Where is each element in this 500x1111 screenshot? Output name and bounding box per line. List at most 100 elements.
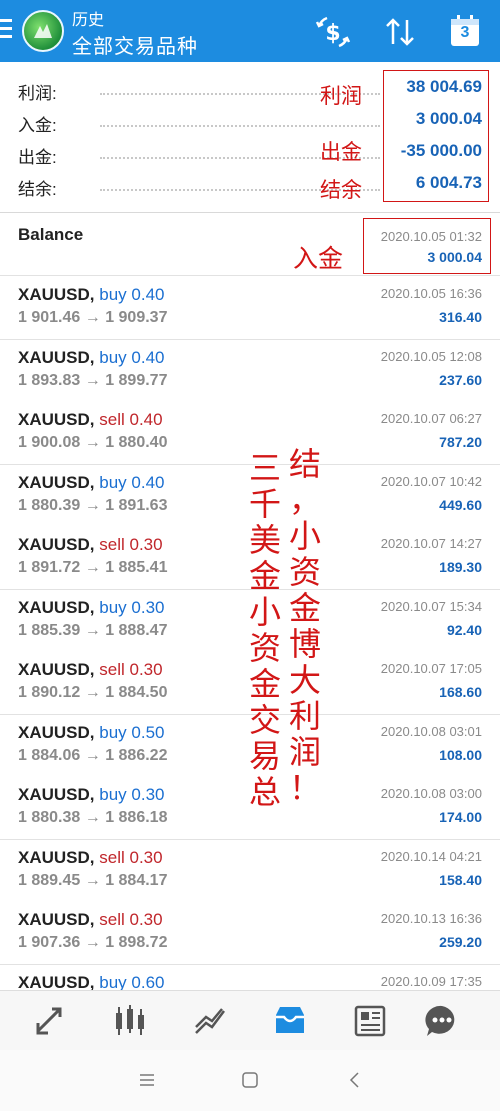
symbol-text: XAUUSD,	[18, 910, 95, 929]
close-price: 1 884.17	[105, 871, 168, 889]
annotation-char: 金	[288, 589, 321, 627]
close-price: 1 898.72	[105, 934, 168, 951]
calendar-icon[interactable]: 3	[448, 14, 482, 48]
symbol-text: XAUUSD,	[18, 410, 95, 429]
annotation-char: ，	[288, 481, 321, 519]
open-price: 1 893.83	[18, 371, 81, 389]
deal-side: buy 0.30	[99, 785, 164, 804]
recent-apps-icon[interactable]	[135, 1068, 159, 1092]
open-price: 1 880.38	[18, 809, 81, 826]
deal-side: sell 0.30	[99, 910, 162, 929]
deal-time: 2020.10.07 06:27	[380, 411, 482, 426]
annotation-char: 交	[248, 701, 281, 739]
balance-label: Balance	[18, 225, 84, 244]
deal-side: sell 0.30	[99, 660, 162, 679]
side-text: buy	[99, 472, 127, 492]
deal-prices: 1 907.36 → 1 898.72	[18, 934, 167, 952]
volume-text: 0.30	[129, 910, 163, 929]
symbol-filter[interactable]: 全部交易品种	[72, 30, 198, 59]
deal-prices: 1 901.46 → 1 909.37	[18, 309, 167, 327]
menu-button[interactable]	[0, 14, 14, 46]
chart-icon[interactable]	[110, 1001, 150, 1041]
summary-label: 利润:	[18, 84, 57, 103]
volume-text: 0.40	[131, 285, 165, 304]
symbol-text: XAUUSD,	[18, 535, 95, 554]
deal-row[interactable]: XAUUSD, buy 0.40 1 901.46 → 1 909.37 2020.…	[0, 277, 500, 340]
volume-text: 0.40	[131, 347, 165, 367]
side-text: buy	[99, 722, 127, 742]
summary-label: 结余:	[18, 180, 57, 199]
currency-exchange-icon[interactable]: $	[313, 12, 353, 52]
deal-prices: 1 900.08 → 1 880.40	[18, 434, 167, 452]
open-price: 1 907.36	[18, 934, 81, 951]
side-text: sell	[99, 847, 125, 867]
annotation-char: 小	[248, 593, 281, 631]
deal-time: 2020.10.09 17:35	[380, 973, 482, 989]
deal-profit: 168.60	[439, 684, 482, 700]
close-price: 1 899.77	[105, 371, 168, 389]
open-price: 1 890.12	[18, 684, 81, 701]
annotation-profit: 利润	[320, 84, 362, 108]
annotation-char: 金	[248, 557, 281, 595]
symbol-text: XAUUSD,	[18, 847, 95, 867]
symbol-text: XAUUSD,	[18, 972, 95, 992]
home-icon[interactable]	[238, 1068, 262, 1092]
trade-icon[interactable]	[190, 1001, 230, 1041]
logo-icon	[34, 24, 52, 38]
deal-time: 2020.10.08 03:01	[380, 723, 482, 739]
open-price: 1 880.39	[18, 496, 81, 514]
annotation-char: 美	[248, 521, 281, 559]
deal-symbol: XAUUSD, buy 0.30	[18, 785, 165, 805]
deal-row[interactable]: XAUUSD, sell 0.30 1 907.36 → 1 898.72 2020…	[0, 902, 500, 965]
annotation-char: 小	[288, 517, 321, 555]
annotation-withdraw: 出金	[320, 140, 362, 164]
annotation-char: ！	[288, 769, 321, 807]
deal-profit: 787.20	[439, 434, 482, 450]
open-price: 1 891.72	[18, 559, 81, 576]
arrow-icon: →	[84, 309, 101, 326]
quotes-icon[interactable]	[30, 1001, 70, 1041]
deal-symbol: XAUUSD, sell 0.30	[18, 848, 163, 868]
deal-profit: 237.60	[439, 371, 482, 388]
deal-prices: 1 891.72 → 1 885.41	[18, 559, 167, 577]
summary-label: 入金:	[18, 116, 57, 135]
deal-row[interactable]: XAUUSD, sell 0.30 1 889.45 → 1 884.17 2020…	[0, 839, 500, 903]
deal-side: buy 0.40	[99, 473, 164, 492]
close-price: 1 909.37	[105, 309, 168, 326]
open-price: 1 889.45	[18, 871, 81, 889]
deal-side: buy 0.30	[99, 598, 164, 617]
deal-prices: 1 880.38 → 1 886.18	[18, 809, 167, 827]
symbol-text: XAUUSD,	[18, 285, 95, 304]
deal-prices: 1 893.83 → 1 899.77	[18, 372, 167, 390]
deal-profit: 449.60	[439, 496, 482, 513]
news-icon[interactable]	[350, 1001, 390, 1041]
volume-text: 0.30	[131, 785, 165, 804]
side-text: buy	[99, 785, 127, 804]
annotation-char: 博	[288, 625, 321, 663]
bottom-nav	[0, 990, 500, 1051]
svg-text:$: $	[325, 21, 340, 46]
deal-symbol: XAUUSD, buy 0.40	[18, 473, 165, 493]
volume-text: 0.30	[129, 847, 163, 867]
deal-symbol: XAUUSD, sell 0.40	[18, 410, 163, 430]
arrow-icon: →	[84, 809, 101, 826]
deal-prices: 1 884.06 → 1 886.22	[18, 747, 167, 765]
arrow-icon: →	[84, 684, 101, 701]
dotted-leader	[100, 125, 380, 127]
open-price: 1 885.39	[18, 621, 81, 639]
deal-prices: 1 890.12 → 1 884.50	[18, 684, 167, 702]
deal-row[interactable]: XAUUSD, buy 0.40 1 893.83 → 1 899.77 2020.…	[0, 339, 500, 403]
history-icon[interactable]	[270, 1001, 310, 1041]
sort-icon[interactable]	[380, 12, 420, 52]
balance-entry[interactable]: Balance 2020.10.05 01:32 3 000.04 入金	[0, 213, 500, 276]
back-icon[interactable]	[343, 1068, 367, 1092]
deal-time: 2020.10.07 14:27	[380, 536, 482, 551]
symbol-text: XAUUSD,	[18, 347, 95, 367]
close-price: 1 891.63	[105, 496, 168, 514]
annotation-char: 金	[248, 665, 281, 703]
open-price: 1 900.08	[18, 434, 81, 451]
chat-icon[interactable]	[422, 1001, 462, 1041]
symbol-text: XAUUSD,	[18, 722, 95, 742]
deal-time: 2020.10.05 12:08	[380, 348, 482, 364]
deal-profit: 189.30	[439, 559, 482, 575]
